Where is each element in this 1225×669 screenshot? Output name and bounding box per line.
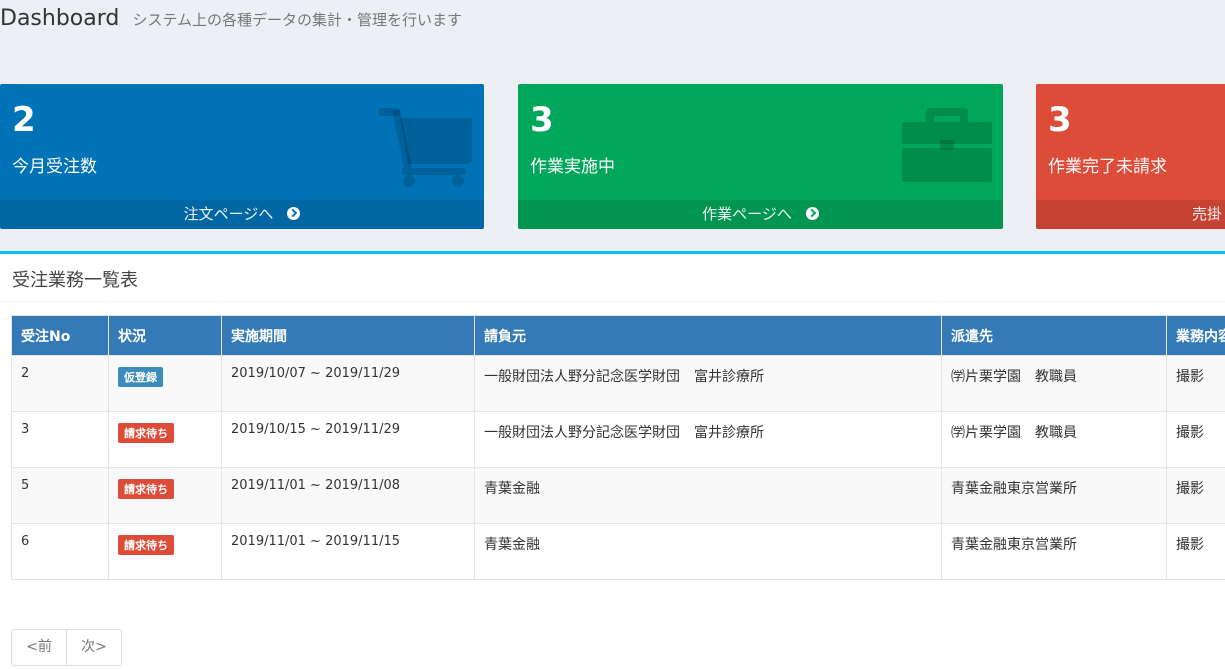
cell-client: 一般財団法人野分記念医学財団 富井診療所 [475, 356, 942, 412]
page-subtitle: システム上の各種データの集計・管理を行います [132, 11, 462, 29]
orders-table: 受注No 状況 実施期間 請負元 派遣先 業務内容 2 仮登録 2019/10/… [11, 315, 1225, 580]
pagination: <前 次> [11, 629, 122, 666]
link-label: 注文ページへ [184, 205, 274, 223]
cell-work: 撮影 [1167, 524, 1225, 580]
column-header: 請負元 [475, 316, 942, 356]
cell-order-no: 5 [12, 468, 109, 524]
stat-count: 3 [530, 100, 554, 140]
panel-divider [0, 301, 1225, 302]
cell-period: 2019/11/01 ~ 2019/11/15 [222, 524, 475, 580]
cell-status: 請求待ち [109, 468, 222, 524]
prev-page-button[interactable]: <前 [12, 630, 66, 665]
cell-destination: ㈻片栗学園 教職員 [942, 412, 1167, 468]
cell-order-no: 3 [12, 412, 109, 468]
table-row[interactable]: 6 請求待ち 2019/11/01 ~ 2019/11/15 青葉金融 青葉金融… [12, 524, 1225, 580]
stat-label: 作業完了未請求 [1048, 152, 1167, 177]
stat-label: 今月受注数 [12, 152, 97, 177]
stat-label: 作業実施中 [530, 152, 615, 177]
orders-panel: 受注業務一覧表 受注No 状況 実施期間 請負元 派遣先 業務内容 2 仮登録 … [0, 251, 1225, 669]
table-row[interactable]: 3 請求待ち 2019/10/15 ~ 2019/11/29 一般財団法人野分記… [12, 412, 1225, 468]
receivables-page-link[interactable]: 売掛 [1036, 200, 1225, 229]
cell-client: 一般財団法人野分記念医学財団 富井診療所 [475, 412, 942, 468]
column-header: 受注No [12, 316, 109, 356]
link-label: 作業ページへ [702, 205, 792, 223]
stat-count: 3 [1048, 100, 1072, 140]
column-header: 派遣先 [942, 316, 1167, 356]
status-badge: 請求待ち [118, 423, 174, 443]
briefcase-icon [902, 106, 992, 184]
panel-title: 受注業務一覧表 [12, 266, 138, 292]
orders-page-link[interactable]: 注文ページへ [0, 200, 484, 229]
cell-destination: ㈻片栗学園 教職員 [942, 356, 1167, 412]
stat-box-unbilled: 3 作業完了未請求 売掛 [1036, 84, 1225, 229]
cell-destination: 青葉金融東京営業所 [942, 468, 1167, 524]
column-header: 実施期間 [222, 316, 475, 356]
page-title: Dashboard [0, 6, 119, 31]
cell-status: 請求待ち [109, 412, 222, 468]
table-header-row: 受注No 状況 実施期間 請負元 派遣先 業務内容 [12, 316, 1225, 356]
arrow-circle-right-icon [806, 207, 819, 220]
cell-destination: 青葉金融東京営業所 [942, 524, 1167, 580]
cell-client: 青葉金融 [475, 468, 942, 524]
table-row[interactable]: 5 請求待ち 2019/11/01 ~ 2019/11/08 青葉金融 青葉金融… [12, 468, 1225, 524]
cell-status: 仮登録 [109, 356, 222, 412]
page-header: Dashboard システム上の各種データの集計・管理を行います [0, 6, 462, 36]
cell-period: 2019/10/07 ~ 2019/11/29 [222, 356, 475, 412]
cell-work: 撮影 [1167, 412, 1225, 468]
table-row[interactable]: 2 仮登録 2019/10/07 ~ 2019/11/29 一般財団法人野分記念… [12, 356, 1225, 412]
shopping-cart-icon [378, 106, 474, 188]
cell-order-no: 2 [12, 356, 109, 412]
column-header: 業務内容 [1167, 316, 1225, 356]
cell-status: 請求待ち [109, 524, 222, 580]
cell-period: 2019/11/01 ~ 2019/11/08 [222, 468, 475, 524]
cell-order-no: 6 [12, 524, 109, 580]
cell-work: 撮影 [1167, 356, 1225, 412]
cell-client: 青葉金融 [475, 524, 942, 580]
stat-box-orders: 2 今月受注数 注文ページへ [0, 84, 484, 229]
link-label: 売掛 [1192, 205, 1222, 223]
stat-count: 2 [12, 100, 36, 140]
status-badge: 請求待ち [118, 535, 174, 555]
cell-period: 2019/10/15 ~ 2019/11/29 [222, 412, 475, 468]
status-badge: 請求待ち [118, 479, 174, 499]
column-header: 状況 [109, 316, 222, 356]
cell-work: 撮影 [1167, 468, 1225, 524]
status-badge: 仮登録 [118, 367, 163, 387]
stat-box-in-progress: 3 作業実施中 作業ページへ [518, 84, 1003, 229]
arrow-circle-right-icon [287, 207, 300, 220]
work-page-link[interactable]: 作業ページへ [518, 200, 1003, 229]
next-page-button[interactable]: 次> [66, 630, 121, 665]
